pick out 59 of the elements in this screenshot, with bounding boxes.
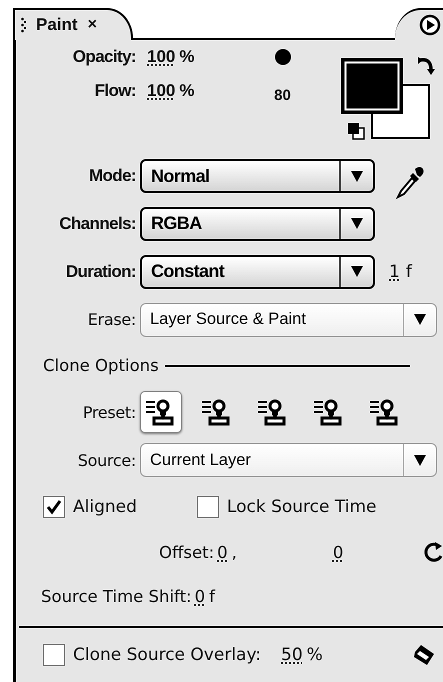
reset-icon[interactable]: [423, 540, 443, 564]
brush-preview: [274, 49, 290, 65]
dropdown[interactable]: Normal: [140, 159, 375, 193]
stamp-icon: [314, 398, 344, 426]
field-label: Mode:: [88, 166, 136, 186]
checkbox-label[interactable]: Lock Source Time: [226, 497, 376, 518]
eyedropper-icon[interactable]: [395, 164, 425, 200]
swap-icon[interactable]: [417, 56, 435, 76]
caret-icon: [351, 218, 363, 230]
offset-x-value[interactable]: 0: [217, 542, 228, 562]
close-button[interactable]: ×: [88, 16, 97, 34]
caret-icon: [414, 454, 426, 466]
check-icon: [46, 499, 62, 516]
panel-tab[interactable]: Paint ×: [13, 8, 133, 40]
dropdown[interactable]: Current Layer: [140, 443, 437, 477]
caret-icon: [351, 170, 363, 182]
stamp-icon: [202, 398, 232, 426]
unit-label: f: [406, 262, 412, 282]
reset-colors-icon[interactable]: [347, 122, 365, 140]
time-shift-label: Source Time Shift:: [41, 586, 192, 606]
field-label: Duration:: [64, 262, 136, 282]
section-title: Clone Options: [43, 356, 159, 376]
field-label: Channels:: [58, 214, 136, 234]
dropdown[interactable]: RGBA: [140, 206, 375, 241]
stamp-icon: [258, 398, 288, 426]
time-shift-value[interactable]: 0: [194, 586, 206, 606]
flow-value[interactable]: 100: [147, 81, 176, 101]
flow-label: Flow:: [94, 81, 136, 101]
separator: ,: [232, 542, 237, 562]
brush-size: 80: [274, 86, 291, 104]
clone-preset-button[interactable]: [140, 391, 182, 434]
checkbox-label[interactable]: Aligned: [73, 497, 137, 518]
panel-menu-icon[interactable]: [419, 14, 441, 36]
unit-label: %: [179, 81, 194, 101]
tab-title: Paint: [36, 15, 78, 35]
stamp-icon: [146, 398, 176, 426]
unit-label: f: [209, 586, 215, 606]
preset-label: Preset:: [82, 402, 136, 422]
field-label: Source:: [76, 450, 136, 470]
unit-label: %: [306, 645, 323, 666]
checkbox-label[interactable]: Clone Source Overlay:: [73, 645, 262, 666]
opacity-value[interactable]: 100: [147, 47, 176, 67]
checkbox[interactable]: [196, 496, 219, 518]
unit-label: %: [179, 47, 194, 67]
color-swatches-drawing[interactable]: [341, 58, 431, 140]
duration-value[interactable]: 1: [389, 262, 400, 282]
offset-y-value[interactable]: 0: [332, 542, 344, 562]
dropdown[interactable]: Layer Source & Paint: [140, 302, 437, 337]
stamp-icon: [370, 398, 400, 426]
overlay-value[interactable]: 50: [281, 645, 303, 666]
checkbox[interactable]: [43, 644, 65, 666]
caret-icon: [351, 266, 363, 278]
offset-label: Offset:: [159, 542, 214, 562]
field-label: Erase:: [86, 310, 136, 330]
grip-icon: [21, 17, 26, 33]
dropdown[interactable]: Constant: [140, 254, 375, 289]
opacity-label: Opacity:: [72, 47, 136, 67]
checkbox[interactable]: [43, 496, 65, 518]
caret-icon: [414, 314, 426, 326]
